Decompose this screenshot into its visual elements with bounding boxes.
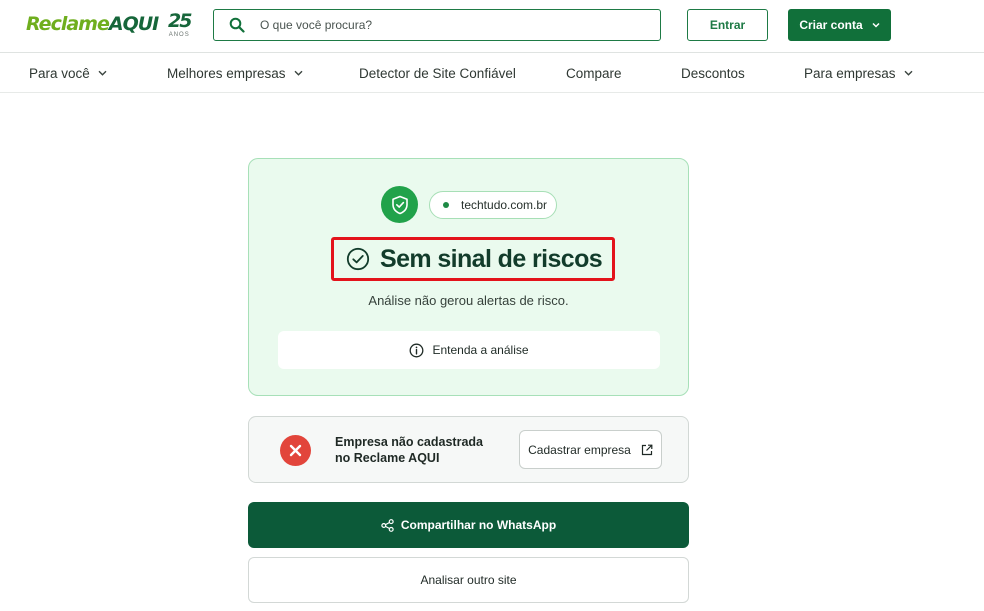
nav-item-label: Para você: [29, 65, 90, 81]
company-status-text: Empresa não cadastrada no Reclame AQUI: [335, 434, 483, 466]
analyzed-domain-pill: techtudo.com.br: [429, 191, 557, 219]
info-icon: [410, 343, 424, 357]
analyzed-domain: techtudo.com.br: [461, 198, 548, 212]
logo-wordmark: ReclameAQUI: [26, 12, 159, 36]
nav-item-para-voce[interactable]: Para você: [29, 53, 107, 93]
anniversary-label: ANOS: [168, 32, 190, 38]
company-status-line2: no Reclame AQUI: [335, 451, 440, 465]
chevron-down-icon: [904, 70, 913, 76]
shield-check-icon: [391, 195, 408, 214]
register-company-button[interactable]: Cadastrar empresa: [519, 430, 662, 469]
external-link-icon: [641, 444, 653, 455]
share-whatsapp-button[interactable]: Compartilhar no WhatsApp: [248, 502, 689, 548]
analyze-other-site-label: Analisar outro site: [420, 573, 517, 587]
share-icon: [381, 518, 394, 532]
nav-item-label: Melhores empresas: [167, 65, 286, 81]
site-header: ReclameAQUI 25 ANOS Entrar Criar conta: [0, 0, 984, 53]
search-input[interactable]: [260, 18, 640, 32]
status-dot: [443, 202, 449, 208]
company-status-line1: Empresa não cadastrada: [335, 435, 483, 449]
nav-item-label: Compare: [566, 65, 622, 81]
nav-item-label: Detector de Site Confiável: [359, 65, 516, 81]
anniversary-badge: 25 ANOS: [166, 10, 192, 39]
main-nav: Para você Melhores empresas Detector de …: [0, 53, 984, 93]
chevron-down-icon: [294, 70, 303, 76]
login-button[interactable]: Entrar: [687, 9, 768, 41]
signup-button[interactable]: Criar conta: [788, 9, 891, 41]
understand-analysis-button[interactable]: Entenda a análise: [278, 331, 660, 369]
nav-item-label: Para empresas: [804, 65, 896, 81]
analyze-other-site-button[interactable]: Analisar outro site: [248, 557, 689, 603]
shield-badge: [381, 186, 418, 223]
search-bar[interactable]: [213, 9, 661, 41]
nav-item-detector-site[interactable]: Detector de Site Confiável: [359, 53, 516, 93]
site-analysis-result-card: techtudo.com.br Sem sinal de riscos Anál…: [248, 158, 689, 396]
signup-button-label: Criar conta: [799, 18, 863, 32]
check-circle-icon: [346, 247, 370, 271]
understand-analysis-label: Entenda a análise: [432, 343, 529, 357]
nav-item-label: Descontos: [681, 65, 745, 81]
result-title: Sem sinal de riscos: [380, 244, 603, 273]
company-status-card: Empresa não cadastrada no Reclame AQUI C…: [248, 416, 689, 483]
nav-item-descontos[interactable]: Descontos: [681, 53, 745, 93]
reclame-aqui-logo[interactable]: ReclameAQUI 25 ANOS: [26, 10, 192, 39]
result-subtitle: Análise não gerou alertas de risco.: [368, 293, 569, 308]
chevron-down-icon: [98, 70, 107, 76]
share-whatsapp-label: Compartilhar no WhatsApp: [400, 518, 557, 532]
register-company-label: Cadastrar empresa: [528, 442, 631, 457]
nav-item-melhores-empresas[interactable]: Melhores empresas: [167, 53, 303, 93]
login-button-label: Entrar: [709, 18, 746, 32]
not-registered-badge: [280, 435, 311, 466]
logo-reclame: Reclame: [26, 13, 110, 35]
logo-aqui: AQUI: [108, 13, 159, 35]
search-icon: [229, 17, 245, 33]
close-icon: [289, 444, 302, 457]
chevron-down-icon: [872, 22, 880, 28]
nav-item-compare[interactable]: Compare: [566, 53, 622, 93]
result-title-highlight: Sem sinal de riscos: [331, 237, 615, 281]
anniversary-number: 25: [167, 10, 192, 32]
nav-item-para-empresas[interactable]: Para empresas: [804, 53, 913, 93]
